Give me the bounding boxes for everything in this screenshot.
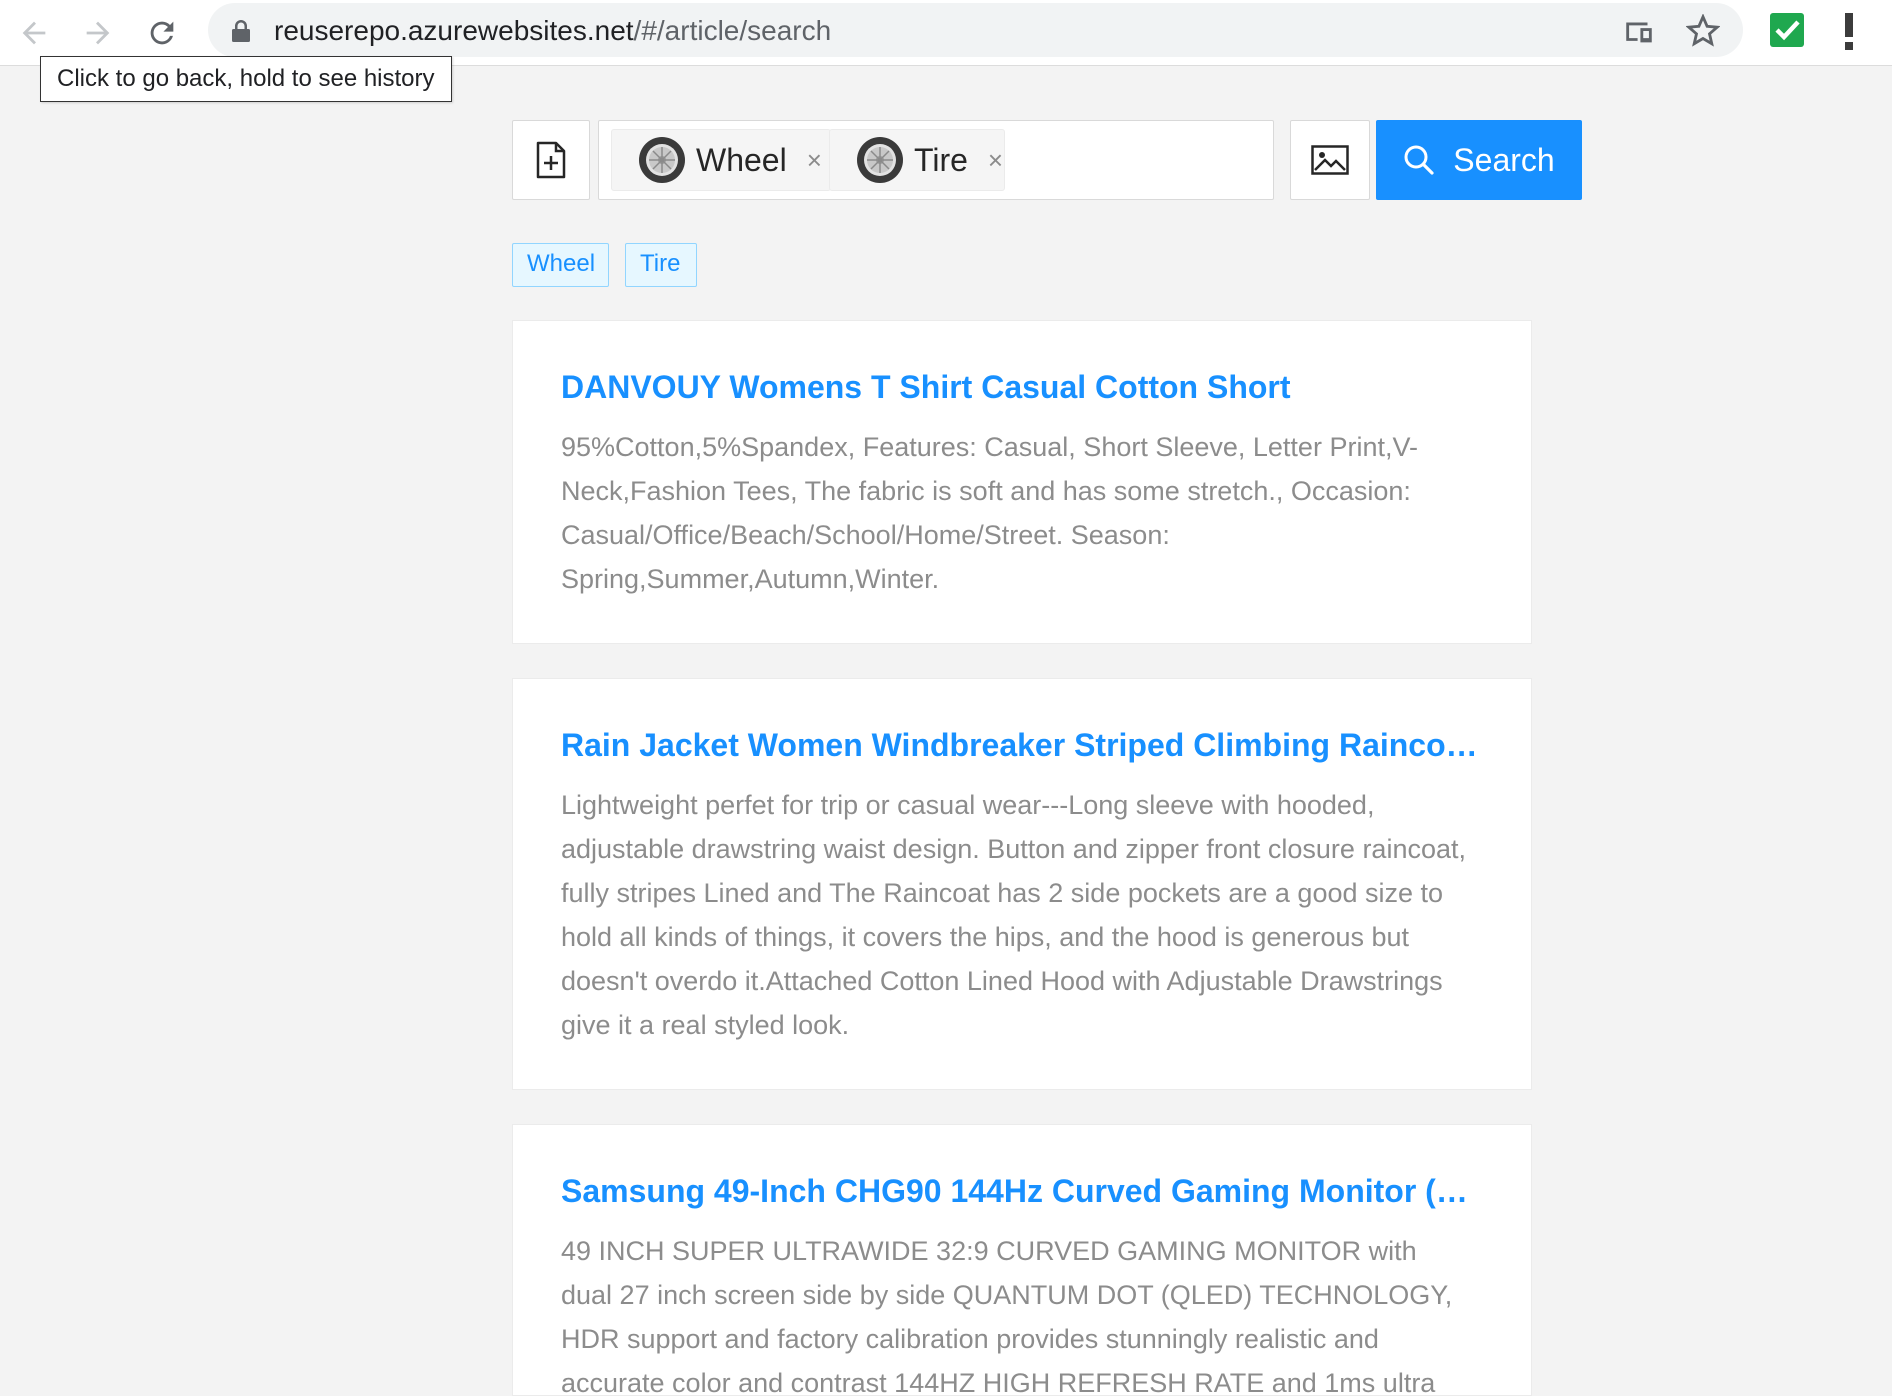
extension-alert-icon[interactable] [1832, 11, 1866, 51]
result-description: 49 INCH SUPER ULTRAWIDE 32:9 CURVED GAMI… [561, 1236, 1453, 1396]
tire-icon [857, 137, 903, 183]
file-add-icon [536, 141, 566, 179]
arrow-right-icon [86, 21, 110, 45]
url-text[interactable]: reuserepo.azurewebsites.net/#/article/se… [274, 15, 831, 47]
result-description: Lightweight perfet for trip or casual we… [561, 790, 1467, 1040]
result-card: DANVOUY Womens T Shirt Casual Cotton Sho… [512, 320, 1532, 644]
url-host: reuserepo.azurewebsites.net [274, 15, 634, 46]
back-button[interactable] [10, 9, 58, 57]
upload-file-button[interactable] [512, 120, 590, 200]
address-bar[interactable]: reuserepo.azurewebsites.net/#/article/se… [208, 3, 1743, 57]
result-title-link[interactable]: Samsung 49-Inch CHG90 144Hz Curved Gamin… [561, 1169, 1483, 1213]
lock-icon [232, 20, 250, 42]
filter-tag-tire[interactable]: Tire [625, 243, 697, 287]
result-card: Samsung 49-Inch CHG90 144Hz Curved Gamin… [512, 1124, 1532, 1396]
chip-label: Wheel [696, 141, 787, 178]
search-button-label: Search [1453, 141, 1555, 178]
filter-tag-wheel[interactable]: Wheel [512, 243, 609, 287]
result-title-link[interactable]: Rain Jacket Women Windbreaker Striped Cl… [561, 723, 1483, 767]
bookmark-star-icon[interactable] [1686, 14, 1720, 48]
tag-search-input[interactable]: Wheel × Tire × [598, 120, 1274, 200]
reload-icon [150, 21, 174, 45]
chip-remove-icon[interactable]: × [988, 145, 1003, 176]
result-description: 95%Cotton,5%Spandex, Features: Casual, S… [561, 432, 1418, 594]
result-title-link[interactable]: DANVOUY Womens T Shirt Casual Cotton Sho… [561, 365, 1483, 409]
forward-button[interactable] [74, 9, 122, 57]
install-app-icon[interactable] [1622, 14, 1656, 48]
search-icon [1404, 145, 1434, 175]
back-tooltip: Click to go back, hold to see history [40, 56, 452, 102]
search-button[interactable]: Search [1376, 120, 1582, 200]
reload-button[interactable] [138, 9, 186, 57]
search-chip-wheel[interactable]: Wheel × [611, 129, 831, 191]
search-chip-tire[interactable]: Tire × [829, 129, 1005, 191]
result-card: Rain Jacket Women Windbreaker Striped Cl… [512, 678, 1532, 1090]
extension-check-icon[interactable] [1770, 13, 1804, 47]
image-search-button[interactable] [1290, 120, 1370, 200]
arrow-left-icon [22, 21, 46, 45]
wheel-icon [639, 137, 685, 183]
chip-label: Tire [914, 141, 968, 178]
url-path: /#/article/search [633, 15, 832, 46]
picture-icon [1311, 145, 1349, 175]
chip-remove-icon[interactable]: × [807, 145, 822, 176]
